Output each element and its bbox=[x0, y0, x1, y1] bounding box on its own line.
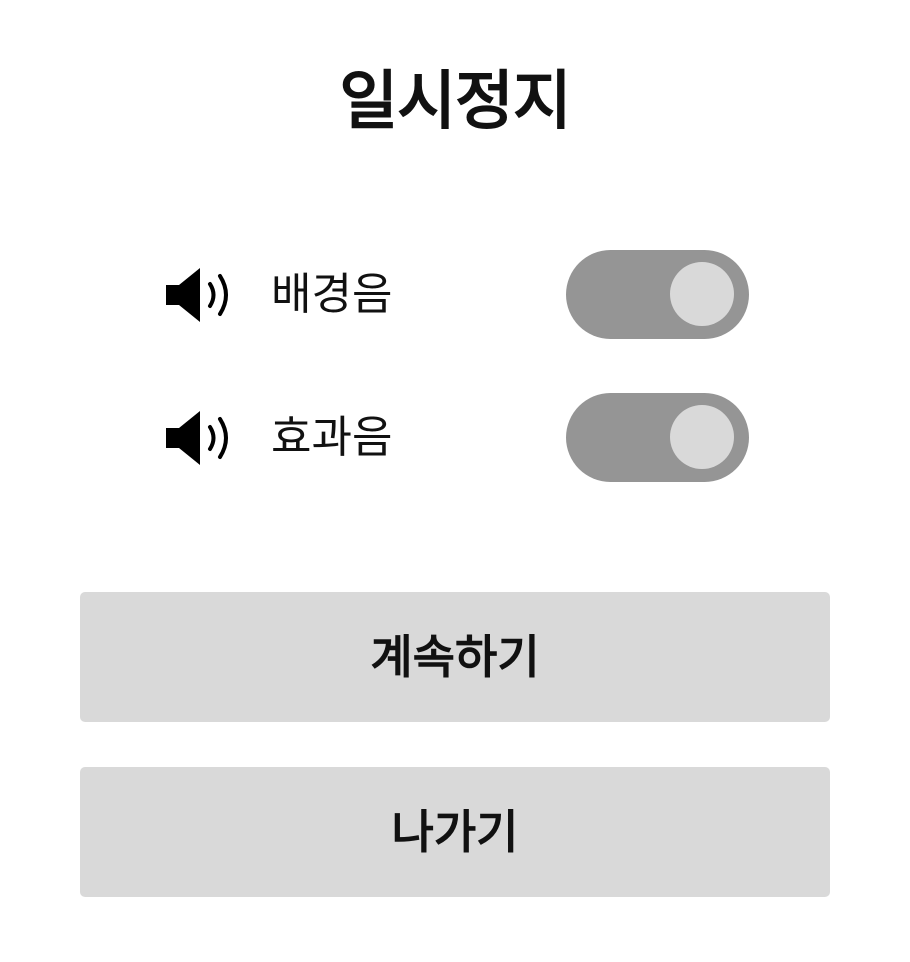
continue-button[interactable]: 계속하기 bbox=[80, 592, 830, 722]
sound-effects-toggle[interactable] bbox=[566, 393, 749, 482]
background-music-label: 배경음 bbox=[271, 269, 393, 320]
sound-effects-setting: 효과음 bbox=[160, 393, 760, 483]
speaker-volume-icon bbox=[166, 268, 228, 322]
background-music-setting: 배경음 bbox=[160, 250, 760, 340]
pause-title: 일시정지 bbox=[339, 65, 572, 139]
toggle-knob bbox=[670, 262, 734, 326]
exit-button[interactable]: 나가기 bbox=[80, 767, 830, 897]
speaker-volume-icon bbox=[166, 411, 228, 465]
pause-dialog: 일시정지 배경음 효과음 계속하기 나가기 bbox=[0, 0, 910, 962]
background-music-toggle[interactable] bbox=[566, 250, 749, 339]
sound-effects-label: 효과음 bbox=[271, 412, 393, 463]
toggle-knob bbox=[670, 405, 734, 469]
